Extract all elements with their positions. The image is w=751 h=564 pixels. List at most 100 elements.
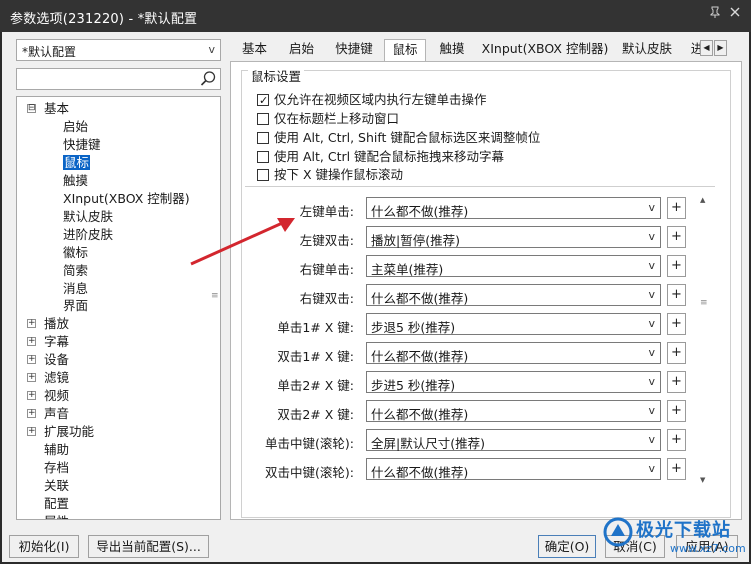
checkbox[interactable] [257,113,269,125]
checkbox[interactable]: ✓ [257,94,269,107]
action-select[interactable]: 主菜单(推荐) v [366,255,661,277]
tree-item[interactable]: 界面 [63,297,88,315]
chevron-down-icon: v [648,375,655,388]
tree-item[interactable]: 字幕 [44,333,69,351]
action-select[interactable]: 全屏|默认尺寸(推荐) v [366,429,661,451]
tree-item[interactable]: 基本 [44,100,69,118]
expand-icon[interactable]: + [27,391,36,401]
tab[interactable]: 触摸 [428,39,476,61]
chevron-down-icon: v [648,346,655,359]
expand-icon[interactable]: + [27,319,36,329]
tree-item[interactable]: 滤镜 [44,369,69,387]
actions-scrollbar[interactable]: ▲ ≡ ▼ [697,196,711,486]
tree-item[interactable]: 声音 [44,405,69,423]
add-action-button[interactable]: + [667,458,686,480]
action-select[interactable]: 什么都不做(推荐) v [366,342,661,364]
tab-scroll-left-icon[interactable]: ◀ [700,40,713,56]
tree-item[interactable]: 默认皮肤 [63,208,113,226]
tree-item-label: 默认皮肤 [63,208,114,224]
tree-item[interactable]: 扩展功能 [44,423,94,441]
tree-item[interactable]: 启始 [63,118,88,136]
action-label: 单击中键(滚轮): [265,436,354,451]
add-action-button[interactable]: + [667,313,686,335]
tree-item-label: 声音 [44,406,70,422]
tree-item[interactable]: 鼠标 [63,154,91,172]
chevron-down-icon: v [648,230,655,243]
tree-item[interactable]: 视频 [44,387,69,405]
add-action-button[interactable]: + [667,342,686,364]
tab[interactable]: 默认皮肤 [614,39,680,61]
action-select[interactable]: 什么都不做(推荐) v [366,400,661,422]
action-select[interactable]: 步进5 秒(推荐) v [366,371,661,393]
tree-item[interactable]: 徽标 [63,244,88,262]
checkbox[interactable] [257,151,269,163]
window-title: 参数选项(231220) - *默认配置 [10,12,198,27]
checkbox[interactable] [257,169,269,181]
tab[interactable]: 快捷键 [326,39,382,61]
tab-bar: 基本 启始 快捷键 鼠标 触摸 XInput(XBOX 控制器) 默认皮肤进 [232,39,742,61]
action-select[interactable]: 播放|暂停(推荐) v [366,226,661,248]
action-select[interactable]: 什么都不做(推荐) v [366,284,661,306]
scroll-down-icon[interactable]: ▼ [700,476,705,484]
add-action-button[interactable]: + [667,226,686,248]
tab[interactable]: 启始 [279,39,324,61]
action-select[interactable]: 步退5 秒(推荐) v [366,313,661,335]
tree-item[interactable]: 触摸 [63,172,88,190]
action-label: 单击2# X 键: [277,378,354,393]
scroll-up-icon[interactable]: ▲ [700,196,705,204]
expand-icon[interactable]: + [27,373,36,383]
add-action-button[interactable]: + [667,429,686,451]
tab[interactable]: 鼠标 [384,39,426,61]
add-action-button[interactable]: + [667,371,686,393]
add-action-button[interactable]: + [667,255,686,277]
action-select-value: 什么都不做(推荐) [371,204,469,219]
tree-item[interactable]: 关联 [44,477,69,495]
expand-icon[interactable]: + [27,427,36,437]
ok-button[interactable]: 确定(O) [538,535,596,558]
tree-item[interactable]: 简索 [63,262,88,280]
tree-item-label: 设备 [44,352,70,368]
checkbox[interactable] [257,132,269,144]
export-config-button[interactable]: 导出当前配置(S)... [88,535,209,558]
action-select[interactable]: 什么都不做(推荐) v [366,458,661,480]
tab[interactable]: XInput(XBOX 控制器) [479,39,611,61]
init-button[interactable]: 初始化(I) [9,535,79,558]
add-action-button[interactable]: + [667,197,686,219]
expand-icon[interactable]: + [27,337,36,347]
expand-icon[interactable]: + [27,409,36,419]
add-action-button[interactable]: + [667,284,686,306]
chevron-down-icon: v [648,259,655,272]
checkbox-label: 使用 Alt, Ctrl 键配合鼠标拖拽来移动字幕 [274,149,505,164]
tree-item[interactable]: 存档 [44,459,69,477]
tree-item[interactable]: 属性 [44,513,69,519]
profile-select[interactable]: *默认配置 v [16,39,221,61]
tree-item[interactable]: 设备 [44,351,69,369]
tree-scrollbar[interactable]: ≡ [209,98,219,518]
search-input[interactable] [16,68,221,90]
tree-item[interactable]: 快捷键 [63,136,101,154]
tab[interactable]: 基本 [232,39,277,61]
tree-item[interactable]: 进阶皮肤 [63,226,113,244]
tree-item-label: 鼠标 [63,154,91,170]
action-select[interactable]: 什么都不做(推荐) v [366,197,661,219]
action-select-value: 播放|暂停(推荐) [371,233,460,248]
pin-icon[interactable] [706,6,724,24]
checkbox-label: 按下 X 键操作鼠标滚动 [274,167,404,182]
close-icon[interactable] [726,6,744,24]
expand-icon[interactable]: + [27,355,36,365]
collapse-icon[interactable]: ⊟ [27,104,36,113]
tree-item[interactable]: 消息 [63,280,88,298]
action-select-value: 步进5 秒(推荐) [371,378,456,393]
tab-scroll-right-icon[interactable]: ▶ [714,40,727,56]
add-action-button[interactable]: + [667,400,686,422]
watermark-url: www.xz7.com [670,542,746,555]
tree-item[interactable]: XInput(XBOX 控制器) [63,190,190,208]
settings-tree[interactable]: ≡ 基本 ⊟ 启始 快捷键 鼠标触摸 XInput(XBOX 控制器) 默认皮肤进阶皮肤 徽标… [16,96,221,520]
search-icon[interactable] [199,70,217,88]
chevron-down-icon: v [648,462,655,475]
tree-item[interactable]: 辅助 [44,441,69,459]
checkbox-label: 仅在标题栏上移动窗口 [274,111,400,126]
action-select-value: 步退5 秒(推荐) [371,320,456,335]
tree-item[interactable]: 播放 [44,315,69,333]
tree-item[interactable]: 配置 [44,495,69,513]
